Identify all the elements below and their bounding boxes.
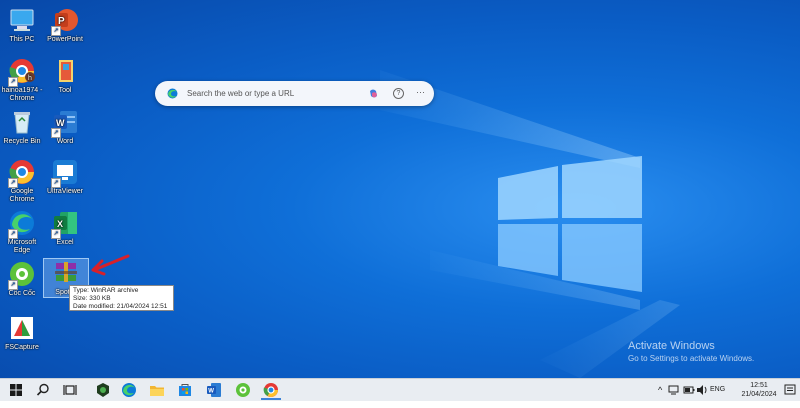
shortcut-arrow-icon: ↗ [51, 229, 61, 239]
task-view-icon[interactable] [62, 382, 78, 398]
word-taskbar-icon[interactable]: W [206, 382, 222, 398]
copilot-icon[interactable] [368, 88, 379, 99]
svg-text:W: W [208, 389, 214, 395]
svg-text:X: X [57, 219, 63, 229]
coc-coc-icon: ↗ [8, 260, 36, 290]
icon-label: FSCapture [5, 344, 39, 351]
show-hidden-icons[interactable]: ^ [658, 385, 662, 407]
desktop-icon-this-pc[interactable]: This PC [0, 6, 44, 44]
svg-text:h: h [28, 75, 32, 82]
this-pc-icon [8, 6, 36, 34]
taskbar: W ^ ENG 12:51 21/04/2024 [0, 378, 800, 401]
red-arrow-annotation [91, 254, 130, 276]
chrome-taskbar-icon[interactable] [263, 382, 279, 398]
desktop-icon-chrome-profile[interactable]: h ↗ hainoa1974 - Chrome [0, 57, 44, 103]
icon-label: Microsoft [7, 239, 37, 246]
word-icon: W ↗ [51, 108, 79, 138]
store-icon[interactable] [177, 382, 193, 398]
shortcut-arrow-icon: ↗ [8, 178, 18, 188]
desktop-icon-recycle-bin[interactable]: Recycle Bin [0, 108, 44, 146]
icon-label: Excel [56, 239, 74, 246]
icon-label-line2: Chrome [9, 196, 35, 203]
watermark-subtitle: Go to Settings to activate Windows. [628, 354, 755, 363]
desktop-icon-powerpoint[interactable]: P ↗ PowerPoint [43, 6, 87, 44]
clock-time: 12:51 [750, 382, 768, 389]
help-icon[interactable]: ? [393, 88, 404, 99]
more-options-icon[interactable]: ··· [416, 87, 425, 97]
shortcut-arrow-icon: ↗ [51, 26, 61, 36]
file-explorer-icon[interactable] [149, 382, 165, 398]
icon-label: PowerPoint [47, 36, 83, 43]
desktop-icon-tool[interactable]: Tool [43, 57, 87, 95]
icon-label: This PC [9, 36, 35, 43]
powerpoint-icon: P ↗ [51, 6, 79, 36]
icon-label: Google [10, 188, 34, 195]
icon-label: Recycle Bin [3, 138, 41, 145]
tooltip-type: Type: WinRAR archive [73, 287, 139, 294]
desktop-icon-google-chrome[interactable]: ↗ Google Chrome [0, 158, 44, 204]
chrome-profile-icon: h ↗ [8, 57, 36, 87]
volume-icon[interactable] [696, 384, 708, 396]
search-icon[interactable] [35, 382, 51, 398]
activation-watermark: Activate Windows Go to Settings to activ… [628, 340, 754, 363]
edge-taskbar-icon[interactable] [121, 382, 137, 398]
fscapture-icon [8, 314, 36, 342]
excel-icon: X ↗ [51, 209, 79, 239]
icon-label: Tool [58, 87, 72, 94]
coc-coc-taskbar-icon[interactable] [235, 382, 251, 398]
edge-search-widget[interactable]: Search the web or type a URL ? ··· [155, 81, 434, 106]
network-icon[interactable] [668, 384, 680, 396]
windows-logo-pane-tr [562, 156, 642, 218]
search-input[interactable]: Search the web or type a URL [187, 89, 294, 98]
tooltip-size: Size: 330 KB [73, 295, 111, 302]
desktop-icon-ultraviewer[interactable]: ↗ UltraViewer [43, 158, 87, 196]
watermark-title: Activate Windows [628, 340, 715, 352]
desktop-icon-excel[interactable]: X ↗ Excel [43, 209, 87, 247]
shortcut-arrow-icon: ↗ [51, 178, 61, 188]
icon-label-line2: Edge [13, 247, 31, 254]
wallpaper-beams [380, 70, 680, 378]
ultraviewer-icon: ↗ [51, 158, 79, 188]
recycle-bin-icon [8, 108, 36, 136]
edge-icon [167, 88, 178, 99]
input-language-indicator[interactable]: ENG [710, 386, 725, 408]
icon-label: hainoa1974 - [1, 87, 43, 94]
desktop[interactable]: This PC P ↗ PowerPoint h ↗ hainoa1974 - … [0, 0, 800, 378]
desktop-icon-microsoft-edge[interactable]: ↗ Microsoft Edge [0, 209, 44, 255]
desktop-icon-fscapture[interactable]: FSCapture [0, 314, 44, 352]
windows-logo-pane-tl [498, 166, 558, 220]
game-app-icon[interactable] [95, 382, 111, 398]
start-windows-icon[interactable] [8, 382, 24, 398]
shortcut-arrow-icon: ↗ [8, 77, 18, 87]
desktop-icon-word[interactable]: W ↗ Word [43, 108, 87, 146]
notifications-icon[interactable] [784, 384, 796, 396]
clock-date: 21/04/2024 [741, 391, 777, 398]
edge-icon: ↗ [8, 209, 36, 239]
svg-text:W: W [56, 118, 65, 128]
battery-icon[interactable] [683, 384, 695, 396]
chrome-icon: ↗ [8, 158, 36, 188]
icon-label: Word [56, 138, 74, 145]
windows-logo-pane-bl [498, 224, 558, 276]
folder-icon [51, 57, 79, 85]
icon-label: Cốc Cốc [8, 290, 36, 297]
shortcut-arrow-icon: ↗ [8, 280, 18, 290]
icon-label-line2: Chrome [9, 95, 35, 102]
icon-label: UltraViewer [46, 188, 84, 195]
winrar-archive-icon [52, 259, 80, 287]
desktop-icon-coc-coc[interactable]: ↗ Cốc Cốc [0, 260, 44, 298]
windows-logo-pane-br [562, 224, 642, 292]
file-tooltip: Type: WinRAR archive Size: 330 KB Date m… [69, 285, 174, 311]
shortcut-arrow-icon: ↗ [8, 229, 18, 239]
tooltip-modified: Date modified: 21/04/2024 12:51 [73, 303, 168, 310]
shortcut-arrow-icon: ↗ [51, 128, 61, 138]
